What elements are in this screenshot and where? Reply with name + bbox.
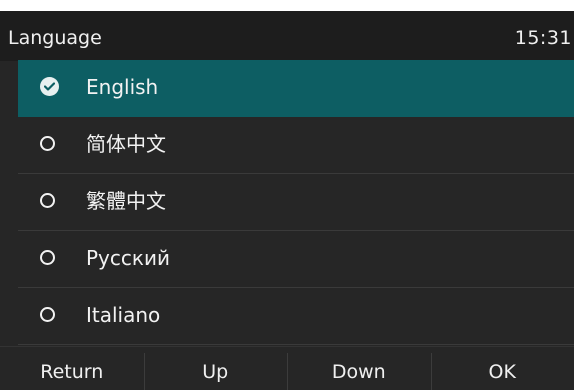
language-option-traditional-chinese[interactable]: 繁體中文 [18,174,574,231]
language-label: 繁體中文 [86,189,166,213]
page-title: Language [8,27,102,49]
ok-button[interactable]: OK [430,347,574,390]
softkey-bar: Return Up Down OK [0,346,574,390]
language-option-russian[interactable]: Русский [18,231,574,288]
phone-frame: Language 15:31 English 简体中文 繁體中文 Русский… [0,0,574,390]
return-button[interactable]: Return [0,347,144,390]
radio-icon [40,307,55,322]
up-button[interactable]: Up [143,347,288,390]
radio-icon [40,136,55,151]
language-label: Italiano [86,303,161,327]
language-option-italian[interactable]: Italiano [18,288,574,345]
status-bar: Language 15:31 [0,11,574,61]
language-label: Русский [86,246,170,270]
checked-radio-icon [40,77,59,96]
language-label: 简体中文 [86,132,166,156]
radio-icon [40,193,55,208]
phone-screen: Language 15:31 English 简体中文 繁體中文 Русский… [0,11,574,390]
language-label: English [86,75,159,99]
language-list: English 简体中文 繁體中文 Русский Italiano [18,60,574,345]
radio-icon [40,250,55,265]
clock-time: 15:31 [514,27,572,49]
language-option-simplified-chinese[interactable]: 简体中文 [18,117,574,174]
down-button[interactable]: Down [287,347,431,390]
language-option-english[interactable]: English [18,60,574,117]
